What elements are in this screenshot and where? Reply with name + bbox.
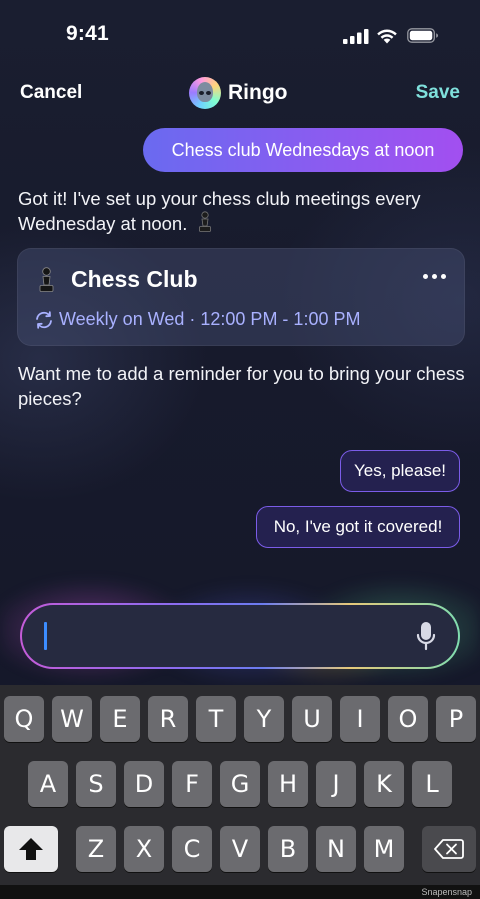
assistant-message: Got it! I've set up your chess club meet… [18,186,468,236]
user-message-bubble: Chess club Wednesdays at noon [143,128,463,172]
key-w[interactable]: W [52,696,92,742]
key-c[interactable]: C [172,826,212,872]
cancel-button[interactable]: Cancel [20,82,82,104]
key-i[interactable]: I [340,696,380,742]
key-k[interactable]: K [364,761,404,807]
shift-icon [19,838,43,860]
key-h[interactable]: H [268,761,308,807]
key-j[interactable]: J [316,761,356,807]
signal-icon [343,29,369,44]
key-t[interactable]: T [196,696,236,742]
message-input[interactable] [22,605,458,667]
more-options-icon[interactable] [423,274,446,279]
key-z[interactable]: Z [76,826,116,872]
event-recurrence: Weekly on Wed · 12:00 PM - 1:00 PM [34,309,360,330]
key-s[interactable]: S [76,761,116,807]
quick-reply-no[interactable]: No, I've got it covered! [256,506,460,548]
page-title: Ringo [228,81,288,104]
status-time: 9:41 [66,22,109,45]
assistant-message-text: Got it! I've set up your chess club meet… [18,188,421,234]
status-bar: 9:41 [0,0,480,70]
backspace-icon [434,839,464,859]
key-g[interactable]: G [220,761,260,807]
quick-reply-label: Yes, please! [354,461,446,480]
text-caret [44,622,47,650]
microphone-icon[interactable] [416,621,436,651]
delete-key[interactable] [422,826,476,872]
chess-pawn-icon [39,267,54,292]
quick-reply-label: No, I've got it covered! [273,517,443,536]
user-message-text: Chess club Wednesdays at noon [171,139,435,160]
key-p[interactable]: P [436,696,476,742]
quick-reply-yes[interactable]: Yes, please! [340,450,460,492]
battery-icon [407,28,438,43]
assistant-message-text: Want me to add a reminder for you to bri… [18,363,465,409]
key-m[interactable]: M [364,826,404,872]
key-q[interactable]: Q [4,696,44,742]
key-l[interactable]: L [412,761,452,807]
shift-key[interactable] [4,826,58,872]
message-input-border [20,603,460,669]
chess-pawn-icon [198,211,211,232]
key-b[interactable]: B [268,826,308,872]
key-y[interactable]: Y [244,696,284,742]
event-card[interactable]: Chess Club Weekly on Wed · 12:00 PM - 1:… [17,248,465,346]
key-e[interactable]: E [100,696,140,742]
key-n[interactable]: N [316,826,356,872]
key-u[interactable]: U [292,696,332,742]
repeat-icon [36,310,52,329]
key-f[interactable]: F [172,761,212,807]
assistant-header: Ringo [189,76,287,110]
watermark: Snapensnap [0,885,480,899]
key-o[interactable]: O [388,696,428,742]
event-title: Chess Club [71,266,198,292]
key-d[interactable]: D [124,761,164,807]
watermark-text: Snapensnap [421,887,472,897]
assistant-message: Want me to add a reminder for you to bri… [18,361,468,411]
key-x[interactable]: X [124,826,164,872]
event-recurrence-text: Weekly on Wed · 12:00 PM - 1:00 PM [59,309,361,329]
keyboard: Q W E R T Y U I O P A S D F G H J K L Z … [0,685,480,885]
key-v[interactable]: V [220,826,260,872]
save-button[interactable]: Save [416,82,460,104]
key-a[interactable]: A [28,761,68,807]
wifi-icon [377,29,397,44]
key-r[interactable]: R [148,696,188,742]
avatar [189,77,221,109]
